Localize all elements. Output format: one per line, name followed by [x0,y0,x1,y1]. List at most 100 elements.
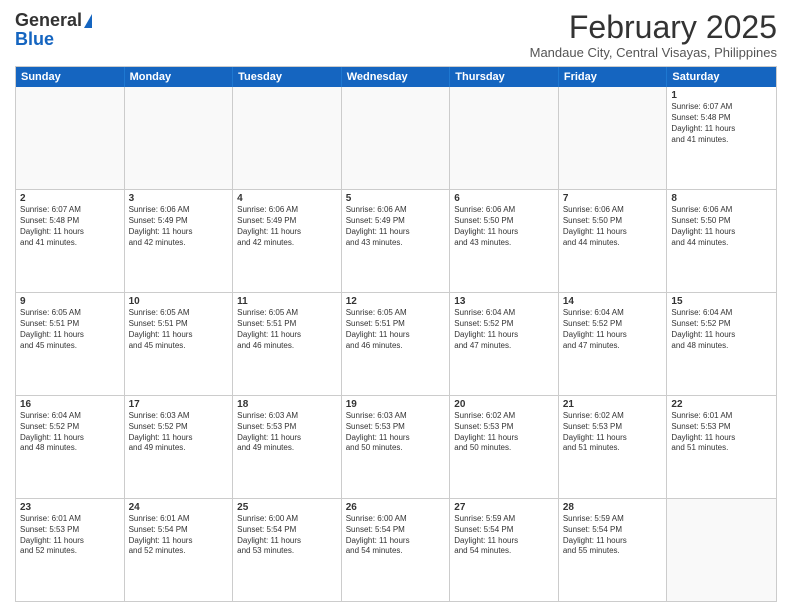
logo-general-text: General [15,10,82,31]
day-info: Sunrise: 6:04 AM Sunset: 5:52 PM Dayligh… [563,308,663,351]
month-title: February 2025 [530,10,777,45]
day-number: 5 [346,193,446,204]
calendar-week-1: 1Sunrise: 6:07 AM Sunset: 5:48 PM Daylig… [16,87,776,190]
day-info: Sunrise: 6:05 AM Sunset: 5:51 PM Dayligh… [129,308,229,351]
day-number: 1 [671,90,772,101]
title-area: February 2025 Mandaue City, Central Visa… [530,10,777,60]
day-info: Sunrise: 6:04 AM Sunset: 5:52 PM Dayligh… [671,308,772,351]
weekday-header-tuesday: Tuesday [233,67,342,87]
calendar-body: 1Sunrise: 6:07 AM Sunset: 5:48 PM Daylig… [16,87,776,601]
calendar-day-16: 16Sunrise: 6:04 AM Sunset: 5:52 PM Dayli… [16,396,125,498]
day-number: 13 [454,296,554,307]
weekday-header-friday: Friday [559,67,668,87]
day-number: 17 [129,399,229,410]
day-info: Sunrise: 6:03 AM Sunset: 5:52 PM Dayligh… [129,411,229,454]
calendar-day-14: 14Sunrise: 6:04 AM Sunset: 5:52 PM Dayli… [559,293,668,395]
day-number: 22 [671,399,772,410]
day-info: Sunrise: 6:00 AM Sunset: 5:54 PM Dayligh… [237,514,337,557]
calendar-day-10: 10Sunrise: 6:05 AM Sunset: 5:51 PM Dayli… [125,293,234,395]
calendar-week-5: 23Sunrise: 6:01 AM Sunset: 5:53 PM Dayli… [16,499,776,601]
day-info: Sunrise: 6:06 AM Sunset: 5:50 PM Dayligh… [671,205,772,248]
weekday-header-monday: Monday [125,67,234,87]
calendar-week-3: 9Sunrise: 6:05 AM Sunset: 5:51 PM Daylig… [16,293,776,396]
calendar-empty-cell [450,87,559,189]
day-number: 6 [454,193,554,204]
day-info: Sunrise: 6:04 AM Sunset: 5:52 PM Dayligh… [20,411,120,454]
day-number: 21 [563,399,663,410]
calendar-day-23: 23Sunrise: 6:01 AM Sunset: 5:53 PM Dayli… [16,499,125,601]
day-number: 18 [237,399,337,410]
calendar-day-17: 17Sunrise: 6:03 AM Sunset: 5:52 PM Dayli… [125,396,234,498]
day-info: Sunrise: 6:02 AM Sunset: 5:53 PM Dayligh… [563,411,663,454]
calendar-empty-cell [16,87,125,189]
day-info: Sunrise: 5:59 AM Sunset: 5:54 PM Dayligh… [454,514,554,557]
day-number: 9 [20,296,120,307]
calendar-day-25: 25Sunrise: 6:00 AM Sunset: 5:54 PM Dayli… [233,499,342,601]
calendar-day-15: 15Sunrise: 6:04 AM Sunset: 5:52 PM Dayli… [667,293,776,395]
calendar-day-5: 5Sunrise: 6:06 AM Sunset: 5:49 PM Daylig… [342,190,451,292]
day-number: 24 [129,502,229,513]
calendar-day-6: 6Sunrise: 6:06 AM Sunset: 5:50 PM Daylig… [450,190,559,292]
calendar-empty-cell [125,87,234,189]
calendar-day-11: 11Sunrise: 6:05 AM Sunset: 5:51 PM Dayli… [233,293,342,395]
day-info: Sunrise: 6:02 AM Sunset: 5:53 PM Dayligh… [454,411,554,454]
calendar-empty-cell [667,499,776,601]
calendar-week-2: 2Sunrise: 6:07 AM Sunset: 5:48 PM Daylig… [16,190,776,293]
day-info: Sunrise: 6:01 AM Sunset: 5:53 PM Dayligh… [671,411,772,454]
day-info: Sunrise: 6:05 AM Sunset: 5:51 PM Dayligh… [237,308,337,351]
day-number: 19 [346,399,446,410]
calendar-day-4: 4Sunrise: 6:06 AM Sunset: 5:49 PM Daylig… [233,190,342,292]
calendar-week-4: 16Sunrise: 6:04 AM Sunset: 5:52 PM Dayli… [16,396,776,499]
logo: General Blue [15,10,92,50]
weekday-header-wednesday: Wednesday [342,67,451,87]
day-number: 27 [454,502,554,513]
day-info: Sunrise: 6:06 AM Sunset: 5:50 PM Dayligh… [454,205,554,248]
calendar-empty-cell [342,87,451,189]
day-number: 16 [20,399,120,410]
calendar-day-12: 12Sunrise: 6:05 AM Sunset: 5:51 PM Dayli… [342,293,451,395]
day-info: Sunrise: 6:00 AM Sunset: 5:54 PM Dayligh… [346,514,446,557]
calendar-day-9: 9Sunrise: 6:05 AM Sunset: 5:51 PM Daylig… [16,293,125,395]
logo-triangle-icon [84,14,92,28]
calendar-day-3: 3Sunrise: 6:06 AM Sunset: 5:49 PM Daylig… [125,190,234,292]
day-info: Sunrise: 6:04 AM Sunset: 5:52 PM Dayligh… [454,308,554,351]
page: General Blue February 2025 Mandaue City,… [0,0,792,612]
day-info: Sunrise: 6:01 AM Sunset: 5:53 PM Dayligh… [20,514,120,557]
calendar-day-8: 8Sunrise: 6:06 AM Sunset: 5:50 PM Daylig… [667,190,776,292]
day-number: 28 [563,502,663,513]
day-number: 20 [454,399,554,410]
calendar-day-1: 1Sunrise: 6:07 AM Sunset: 5:48 PM Daylig… [667,87,776,189]
calendar-day-27: 27Sunrise: 5:59 AM Sunset: 5:54 PM Dayli… [450,499,559,601]
day-info: Sunrise: 6:03 AM Sunset: 5:53 PM Dayligh… [346,411,446,454]
calendar: SundayMondayTuesdayWednesdayThursdayFrid… [15,66,777,602]
day-info: Sunrise: 6:06 AM Sunset: 5:49 PM Dayligh… [346,205,446,248]
day-number: 7 [563,193,663,204]
day-info: Sunrise: 6:06 AM Sunset: 5:50 PM Dayligh… [563,205,663,248]
day-info: Sunrise: 6:07 AM Sunset: 5:48 PM Dayligh… [20,205,120,248]
day-number: 10 [129,296,229,307]
calendar-day-7: 7Sunrise: 6:06 AM Sunset: 5:50 PM Daylig… [559,190,668,292]
day-number: 26 [346,502,446,513]
day-info: Sunrise: 5:59 AM Sunset: 5:54 PM Dayligh… [563,514,663,557]
day-info: Sunrise: 6:01 AM Sunset: 5:54 PM Dayligh… [129,514,229,557]
day-info: Sunrise: 6:07 AM Sunset: 5:48 PM Dayligh… [671,102,772,145]
calendar-day-18: 18Sunrise: 6:03 AM Sunset: 5:53 PM Dayli… [233,396,342,498]
day-number: 3 [129,193,229,204]
location-subtitle: Mandaue City, Central Visayas, Philippin… [530,45,777,60]
day-number: 15 [671,296,772,307]
day-info: Sunrise: 6:05 AM Sunset: 5:51 PM Dayligh… [20,308,120,351]
logo-blue-text: Blue [15,29,54,50]
calendar-empty-cell [233,87,342,189]
day-number: 4 [237,193,337,204]
day-number: 14 [563,296,663,307]
day-number: 25 [237,502,337,513]
calendar-day-26: 26Sunrise: 6:00 AM Sunset: 5:54 PM Dayli… [342,499,451,601]
calendar-day-19: 19Sunrise: 6:03 AM Sunset: 5:53 PM Dayli… [342,396,451,498]
header: General Blue February 2025 Mandaue City,… [15,10,777,60]
day-number: 8 [671,193,772,204]
calendar-empty-cell [559,87,668,189]
calendar-day-20: 20Sunrise: 6:02 AM Sunset: 5:53 PM Dayli… [450,396,559,498]
calendar-day-28: 28Sunrise: 5:59 AM Sunset: 5:54 PM Dayli… [559,499,668,601]
calendar-day-24: 24Sunrise: 6:01 AM Sunset: 5:54 PM Dayli… [125,499,234,601]
weekday-header-thursday: Thursday [450,67,559,87]
